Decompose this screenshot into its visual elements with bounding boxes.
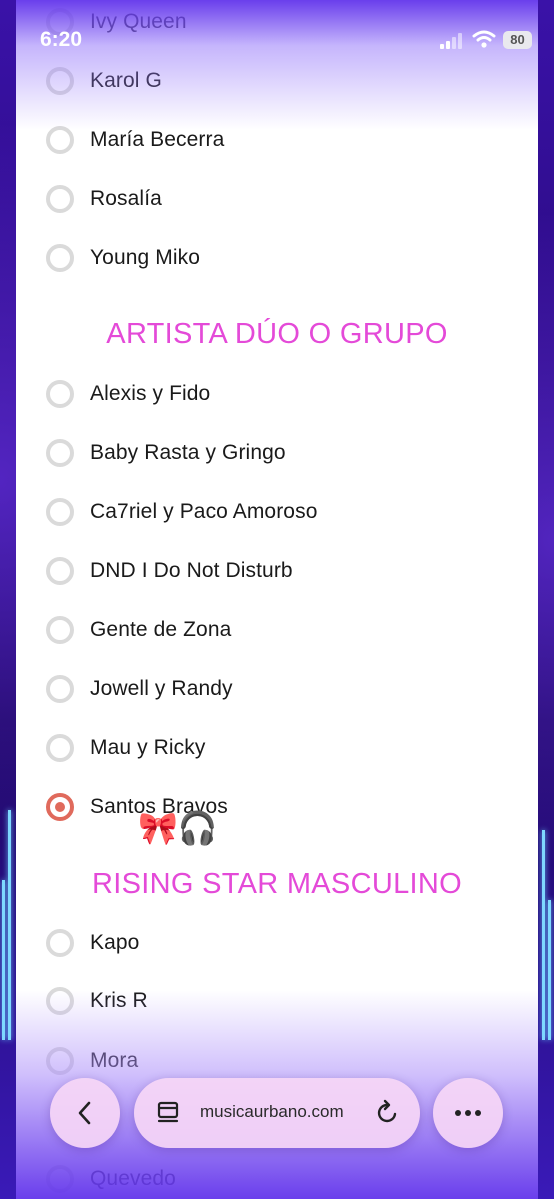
option-rosalia[interactable]: Rosalía: [46, 179, 506, 219]
ellipsis-icon: [455, 1110, 481, 1116]
battery-icon: 80: [503, 31, 532, 49]
radio-button[interactable]: [46, 439, 74, 467]
option-label: Gente de Zona: [90, 618, 232, 641]
clock: 6:20: [40, 28, 83, 51]
radio-button[interactable]: [46, 557, 74, 585]
sticker-bow-headphones: 🎀🎧: [138, 810, 218, 846]
option-santos-bravos[interactable]: Santos Bravos: [46, 787, 506, 827]
more-options-button[interactable]: [433, 1078, 503, 1148]
radio-button[interactable]: [46, 734, 74, 762]
url-text: musicaurbano.com: [200, 1102, 344, 1121]
option-label: Alexis y Fido: [90, 382, 211, 405]
radio-button[interactable]: [46, 929, 74, 957]
option-label: Mora: [90, 1049, 139, 1072]
tabs-icon[interactable]: [156, 1100, 180, 1126]
option-label: Jowell y Randy: [90, 677, 233, 700]
equalizer-decoration-left: [0, 740, 14, 1040]
radio-button[interactable]: [46, 498, 74, 526]
radio-button[interactable]: [46, 380, 74, 408]
option-mau-y-ricky[interactable]: Mau y Ricky: [46, 728, 506, 768]
radio-button[interactable]: [46, 244, 74, 272]
option-jowell-y-randy[interactable]: Jowell y Randy: [46, 669, 506, 709]
option-young-miko[interactable]: Young Miko: [46, 238, 506, 278]
reload-icon[interactable]: [374, 1099, 400, 1127]
option-label: Kapo: [90, 931, 140, 954]
equalizer-decoration-right: [540, 740, 554, 1040]
option-maria-becerra[interactable]: María Becerra: [46, 120, 506, 160]
option-baby-rasta-y-gringo[interactable]: Baby Rasta y Gringo: [46, 433, 506, 473]
radio-button[interactable]: [46, 185, 74, 213]
option-kapo[interactable]: Kapo: [46, 923, 506, 963]
radio-button[interactable]: [46, 1165, 74, 1193]
option-alexis-y-fido[interactable]: Alexis y Fido: [46, 374, 506, 414]
status-bar: 6:20 80: [0, 0, 554, 80]
radio-button[interactable]: [46, 987, 74, 1015]
option-label: Young Miko: [90, 246, 200, 269]
voting-page: Ivy Queen Karol G María Becerra Rosalía …: [16, 0, 538, 1199]
option-ca7riel-y-paco-amoroso[interactable]: Ca7riel y Paco Amoroso: [46, 492, 506, 532]
radio-button[interactable]: [46, 1047, 74, 1075]
radio-button[interactable]: [46, 675, 74, 703]
option-label: Kris R: [90, 989, 148, 1012]
cellular-signal-icon: [440, 33, 466, 49]
option-label: Rosalía: [90, 187, 162, 210]
address-bar[interactable]: musicaurbano.com: [134, 1078, 420, 1148]
option-label: Ca7riel y Paco Amoroso: [90, 500, 318, 523]
option-mora[interactable]: Mora: [46, 1041, 506, 1081]
option-kris-r[interactable]: Kris R: [46, 981, 506, 1021]
wifi-icon: [472, 30, 496, 48]
option-dnd[interactable]: DND I Do Not Disturb: [46, 551, 506, 591]
option-label: Baby Rasta y Gringo: [90, 441, 286, 464]
radio-button-checked[interactable]: [46, 793, 74, 821]
option-label: Mau y Ricky: [90, 736, 206, 759]
option-label: Quevedo: [90, 1167, 176, 1190]
chevron-left-icon: [78, 1101, 91, 1125]
option-label: DND I Do Not Disturb: [90, 559, 293, 582]
option-quevedo[interactable]: Quevedo: [46, 1159, 506, 1199]
radio-button[interactable]: [46, 126, 74, 154]
option-label: María Becerra: [90, 128, 225, 151]
option-gente-de-zona[interactable]: Gente de Zona: [46, 610, 506, 650]
section-title-rising-star: RISING STAR MASCULINO: [92, 868, 462, 900]
back-button[interactable]: [50, 1078, 120, 1148]
section-title-duo: ARTISTA DÚO O GRUPO: [106, 318, 448, 350]
radio-button[interactable]: [46, 616, 74, 644]
